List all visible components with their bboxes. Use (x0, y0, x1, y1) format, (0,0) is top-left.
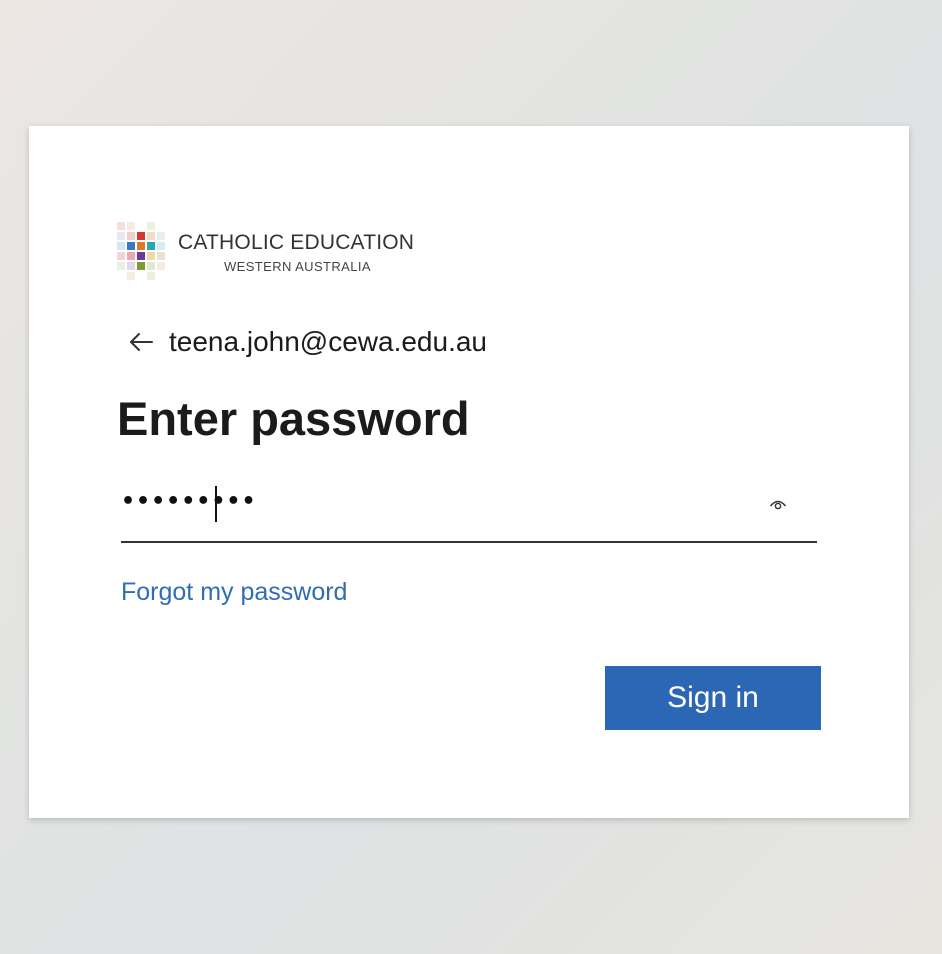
organization-logo: CATHOLIC EDUCATION WESTERN AUSTRALIA (117, 221, 437, 281)
forgot-password-link[interactable]: Forgot my password (121, 578, 347, 607)
logo-subtitle: WESTERN AUSTRALIA (224, 259, 371, 274)
account-email: teena.john@cewa.edu.au (169, 326, 487, 357)
back-arrow-icon[interactable] (127, 328, 155, 356)
password-masked-value: ••••••••• (121, 489, 257, 514)
logo-mark (117, 222, 165, 280)
page-title: Enter password (117, 392, 470, 445)
password-input[interactable]: ••••••••• (121, 481, 817, 543)
sign-in-button[interactable]: Sign in (605, 666, 821, 730)
text-cursor (215, 486, 217, 522)
sign-in-card: CATHOLIC EDUCATION WESTERN AUSTRALIA tee… (29, 126, 909, 818)
logo-title: CATHOLIC EDUCATION (178, 231, 415, 254)
eye-icon[interactable] (767, 495, 789, 513)
identity-banner: teena.john@cewa.edu.au (127, 324, 487, 360)
